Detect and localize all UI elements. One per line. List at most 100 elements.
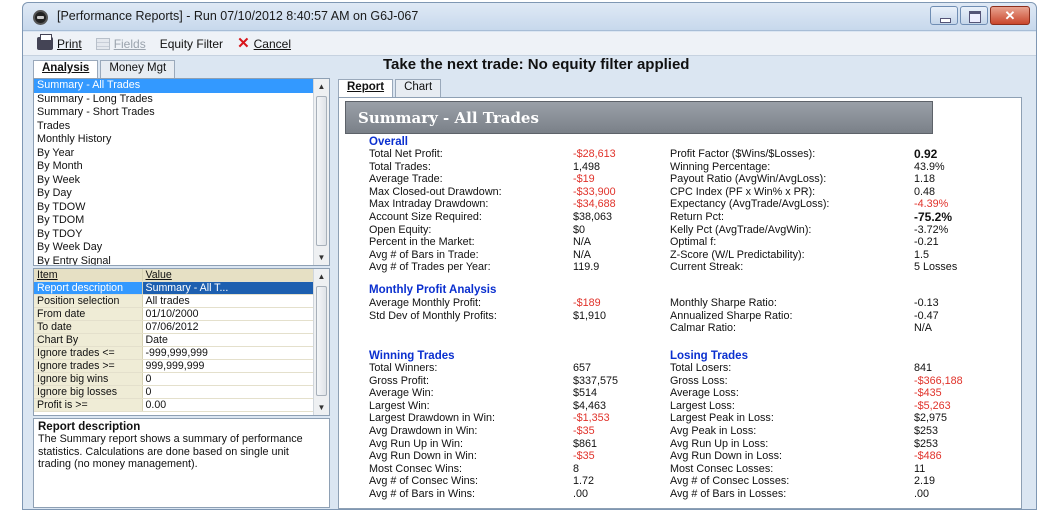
stat-label: Account Size Required: bbox=[369, 211, 482, 223]
stat-label: Avg # of Consec Losses: bbox=[670, 475, 790, 488]
scroll-down-icon[interactable]: ▼ bbox=[314, 400, 329, 415]
property-value[interactable]: 999,999,999 bbox=[142, 359, 315, 373]
scroll-thumb[interactable] bbox=[316, 286, 327, 396]
stat-value: 1,498 bbox=[573, 160, 601, 173]
list-item[interactable]: By TDOY bbox=[34, 228, 329, 242]
section-title: Winning Trades bbox=[369, 350, 455, 362]
property-value[interactable]: 0 bbox=[142, 372, 315, 386]
list-item[interactable]: By TDOM bbox=[34, 214, 329, 228]
stat-value: $1,910 bbox=[573, 309, 607, 322]
tab-chart[interactable]: Chart bbox=[395, 79, 442, 97]
list-item[interactable]: By Week Day bbox=[34, 241, 329, 255]
property-row[interactable]: Report description Summary - All T... bbox=[34, 281, 315, 295]
stat-value: -$35 bbox=[573, 450, 595, 463]
stat-label: Payout Ratio (AvgWin/AvgLoss): bbox=[670, 173, 827, 186]
list-item[interactable]: Trades bbox=[34, 120, 329, 134]
print-button[interactable]: Print bbox=[37, 34, 82, 51]
properties-scrollbar[interactable]: ▲ ▼ bbox=[313, 269, 329, 415]
stat-value: $4,463 bbox=[573, 399, 607, 412]
fields-button[interactable]: Fields bbox=[95, 37, 146, 51]
stat-label: CPC Index (PF x Win% x PR): bbox=[670, 185, 816, 198]
property-value[interactable]: 0.00 bbox=[142, 398, 315, 412]
stat-label: Most Consec Losses: bbox=[670, 462, 774, 475]
maximize-button[interactable] bbox=[960, 6, 988, 25]
properties-header: Item Value bbox=[34, 269, 315, 282]
stat-label: Largest Loss: bbox=[670, 399, 735, 412]
stat-value: 0.92 bbox=[914, 147, 938, 161]
list-item[interactable]: By Month bbox=[34, 160, 329, 174]
property-row[interactable]: From date 01/10/2000 bbox=[34, 307, 315, 321]
stat-label: Avg Peak in Loss: bbox=[670, 425, 757, 437]
list-item[interactable]: By TDOW bbox=[34, 201, 329, 215]
property-row[interactable]: Profit is >= 0.00 bbox=[34, 398, 315, 412]
stat-label: Avg Run Down in Win: bbox=[369, 450, 477, 463]
property-row[interactable]: Ignore trades <= -999,999,999 bbox=[34, 346, 315, 360]
value-column-header: Value bbox=[142, 269, 315, 282]
stat-value: 2.19 bbox=[914, 475, 936, 488]
stat-label: Total Winners: bbox=[369, 362, 438, 374]
stat-label: Avg # of Trades per Year: bbox=[369, 261, 491, 274]
property-value[interactable]: Date bbox=[142, 333, 315, 347]
stat-label: Return Pct: bbox=[670, 211, 725, 223]
property-row[interactable]: To date 07/06/2012 bbox=[34, 320, 315, 334]
list-item[interactable]: Summary - All Trades bbox=[34, 79, 314, 93]
stat-label: Most Consec Wins: bbox=[369, 462, 462, 475]
equity-filter-button[interactable]: Equity Filter bbox=[160, 37, 223, 51]
stat-label: Avg Run Up in Win: bbox=[369, 437, 464, 450]
tab-analysis[interactable]: Analysis bbox=[33, 60, 99, 78]
scroll-down-icon[interactable]: ▼ bbox=[314, 250, 329, 265]
close-button[interactable]: ✕ bbox=[990, 6, 1030, 25]
property-row[interactable]: Ignore trades >= 999,999,999 bbox=[34, 359, 315, 373]
list-item[interactable]: By Year bbox=[34, 147, 329, 161]
window-controls: ✕ bbox=[930, 6, 1030, 25]
tab-report[interactable]: Report bbox=[338, 79, 394, 97]
property-item: Ignore big losses bbox=[34, 385, 143, 399]
section-title: Losing Trades bbox=[670, 350, 748, 362]
stat-value: 119.9 bbox=[573, 261, 600, 274]
property-row[interactable]: Position selection All trades bbox=[34, 294, 315, 308]
item-column-header: Item bbox=[34, 269, 143, 282]
minimize-button[interactable] bbox=[930, 6, 958, 25]
stat-value: -$35 bbox=[573, 425, 595, 437]
list-item[interactable]: Summary - Short Trades bbox=[34, 106, 329, 120]
title-bar[interactable]: [Performance Reports] - Run 07/10/2012 8… bbox=[23, 3, 1036, 31]
performance-reports-window: [Performance Reports] - Run 07/10/2012 8… bbox=[22, 2, 1037, 510]
tab-money-mgt[interactable]: Money Mgt bbox=[100, 60, 176, 78]
stat-value: $514 bbox=[573, 387, 598, 400]
property-value[interactable]: 01/10/2000 bbox=[142, 307, 315, 321]
property-row[interactable]: Ignore big wins 0 bbox=[34, 372, 315, 386]
scroll-up-icon[interactable]: ▲ bbox=[314, 79, 329, 94]
section-title: Overall bbox=[369, 136, 408, 148]
property-value[interactable]: All trades bbox=[142, 294, 315, 308]
stat-value: -$1,353 bbox=[573, 412, 610, 425]
list-item[interactable]: By Day bbox=[34, 187, 329, 201]
property-item: To date bbox=[34, 320, 143, 334]
list-item[interactable]: Monthly History bbox=[34, 133, 329, 147]
list-item[interactable]: By Week bbox=[34, 174, 329, 188]
stat-label: Winning Percentage: bbox=[670, 160, 771, 173]
print-label: Print bbox=[57, 36, 82, 51]
stat-value: -$5,263 bbox=[914, 399, 951, 412]
cancel-button[interactable]: ✕ Cancel bbox=[237, 34, 291, 52]
stat-value: $0 bbox=[573, 223, 586, 236]
report-list-scrollbar[interactable]: ▲ ▼ bbox=[313, 79, 329, 265]
list-item[interactable]: By Entry Signal bbox=[34, 255, 329, 266]
property-value[interactable]: 07/06/2012 bbox=[142, 320, 315, 334]
list-item[interactable]: Summary - Long Trades bbox=[34, 93, 329, 107]
property-value[interactable]: 0 bbox=[142, 385, 315, 399]
stat-label: Kelly Pct (AvgTrade/AvgWin): bbox=[670, 223, 812, 236]
cancel-x-icon: ✕ bbox=[237, 34, 250, 52]
property-row[interactable]: Chart By Date bbox=[34, 333, 315, 347]
report-banner: Summary - All Trades bbox=[345, 101, 933, 134]
stat-label: Average Win: bbox=[369, 387, 434, 400]
property-row[interactable]: Ignore big losses 0 bbox=[34, 385, 315, 399]
stat-label: Gross Profit: bbox=[369, 374, 429, 387]
equity-filter-headline: Take the next trade: No equity filter ap… bbox=[383, 56, 690, 73]
section-title: Monthly Profit Analysis bbox=[369, 284, 497, 296]
scroll-thumb[interactable] bbox=[316, 96, 327, 246]
scroll-up-icon[interactable]: ▲ bbox=[314, 269, 329, 284]
property-value[interactable]: -999,999,999 bbox=[142, 346, 315, 360]
stat-value: 0.48 bbox=[914, 185, 936, 198]
property-value[interactable]: Summary - All T... bbox=[142, 281, 315, 295]
stat-value: N/A bbox=[573, 248, 591, 261]
